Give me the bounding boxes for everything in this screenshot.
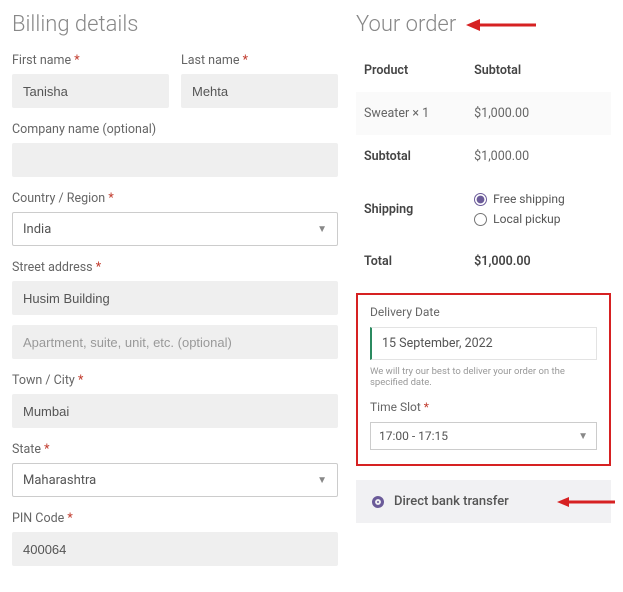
billing-section: Billing details First name * Last name *… — [12, 12, 338, 580]
table-row: Subtotal $1,000.00 — [356, 135, 611, 178]
pin-label: PIN Code * — [12, 511, 338, 526]
country-select[interactable]: India ▼ — [12, 212, 338, 246]
shipping-radio-pickup[interactable] — [474, 213, 487, 226]
chevron-down-icon: ▼ — [317, 224, 327, 235]
first-name-input[interactable] — [12, 74, 169, 108]
table-row: Total $1,000.00 — [356, 240, 611, 283]
delivery-note: We will try our best to deliver your ord… — [370, 366, 597, 388]
shipping-option-pickup[interactable]: Local pickup — [474, 212, 603, 226]
shipping-option-free[interactable]: Free shipping — [474, 192, 603, 206]
state-label: State * — [12, 442, 338, 457]
last-name-input[interactable] — [181, 74, 338, 108]
arrow-annotation-icon — [466, 17, 536, 33]
order-summary-table: Product Subtotal Sweater × 1 $1,000.00 S… — [356, 49, 611, 283]
company-input[interactable] — [12, 143, 338, 177]
last-name-label: Last name * — [181, 53, 338, 68]
country-label: Country / Region * — [12, 191, 338, 206]
town-label: Town / City * — [12, 373, 338, 388]
chevron-down-icon: ▼ — [317, 475, 327, 486]
pin-input[interactable] — [12, 532, 338, 566]
table-row: Sweater × 1 $1,000.00 — [356, 92, 611, 135]
delivery-date-label: Delivery Date — [370, 305, 597, 319]
state-select[interactable]: Maharashtra ▼ — [12, 463, 338, 497]
town-input[interactable] — [12, 394, 338, 428]
order-heading: Your order — [356, 12, 456, 37]
delivery-date-input[interactable]: 15 September, 2022 — [370, 327, 597, 360]
time-slot-label: Time Slot * — [370, 400, 597, 414]
street2-input[interactable] — [12, 325, 338, 359]
payment-radio-icon — [372, 496, 384, 508]
company-label: Company name (optional) — [12, 122, 338, 137]
street-input[interactable] — [12, 281, 338, 315]
street-label: Street address * — [12, 260, 338, 275]
billing-heading: Billing details — [12, 12, 338, 37]
delivery-box: Delivery Date 15 September, 2022 We will… — [356, 293, 611, 466]
payment-method-label: Direct bank transfer — [394, 494, 509, 509]
time-slot-select[interactable]: 17:00 - 17:15 ▼ — [370, 422, 597, 450]
arrow-annotation-icon — [557, 495, 615, 509]
table-row: Shipping Free shipping Local pickup — [356, 178, 611, 240]
order-section: Your order Product Subtotal Sweater × 1 … — [356, 12, 611, 580]
shipping-radio-free[interactable] — [474, 193, 487, 206]
payment-method-option[interactable]: Direct bank transfer — [356, 480, 611, 523]
col-subtotal: Subtotal — [466, 49, 611, 92]
col-product: Product — [356, 49, 466, 92]
chevron-down-icon: ▼ — [578, 431, 588, 442]
first-name-label: First name * — [12, 53, 169, 68]
